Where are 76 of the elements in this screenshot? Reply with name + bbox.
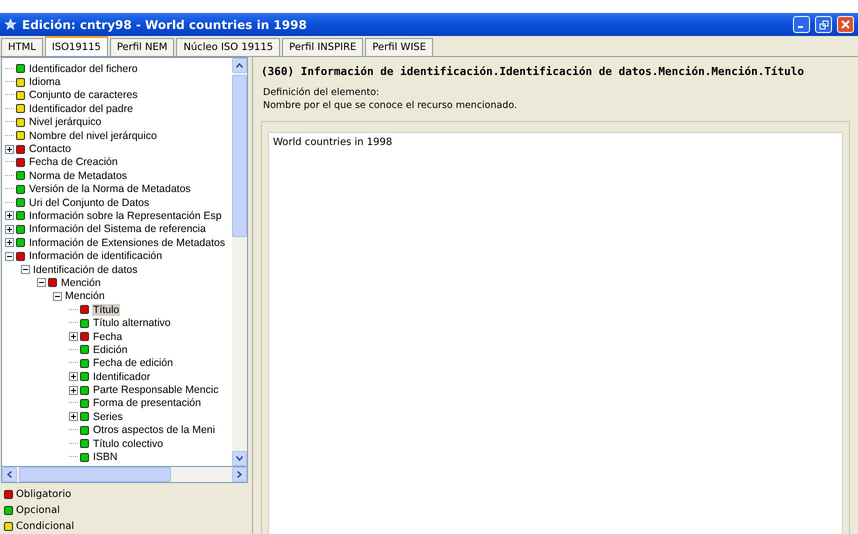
tree-item[interactable]: Idioma: [28, 76, 62, 88]
expander-toggle[interactable]: [37, 278, 46, 288]
expander-toggle[interactable]: [5, 252, 14, 261]
plus-icon: [70, 413, 77, 420]
tree-item[interactable]: Identificador del fichero: [28, 62, 139, 75]
plus-icon: [6, 226, 13, 233]
expander-toggle[interactable]: [5, 238, 14, 248]
tree-item[interactable]: Identificador: [92, 370, 152, 383]
tree-item[interactable]: Identificación de datos: [32, 264, 138, 276]
expander-toggle[interactable]: [69, 372, 78, 382]
tree-item[interactable]: Versión de la Norma de Metadatos: [28, 183, 192, 196]
star-icon: [4, 18, 17, 31]
tree-item[interactable]: Mención: [60, 276, 102, 289]
legend-label: Obligatorio: [16, 489, 72, 500]
tree-item[interactable]: Título colectivo: [92, 438, 164, 450]
restore-button[interactable]: [815, 16, 832, 33]
close-button[interactable]: [837, 16, 854, 33]
tree-item[interactable]: Edición: [92, 344, 128, 356]
tree-item[interactable]: Conjunto de caracteres: [28, 89, 139, 102]
tree-item[interactable]: Información de Extensiones de Metadatos: [28, 236, 226, 249]
tree-item[interactable]: Mención: [64, 290, 106, 302]
tab[interactable]: Perfil INSPIRE: [282, 38, 364, 56]
tree-item[interactable]: Nivel jerárquico: [28, 116, 102, 128]
tree-item[interactable]: Parte Responsable Mencic: [92, 384, 220, 396]
plus-icon: [6, 212, 13, 220]
expander-toggle[interactable]: [69, 332, 78, 341]
expander-toggle[interactable]: [21, 265, 30, 274]
tree-item[interactable]: Otros aspectos de la Meni: [92, 424, 216, 436]
legend-label: Condicional: [16, 521, 74, 532]
scroll-left-icon[interactable]: [7, 471, 12, 478]
tab[interactable]: Núcleo ISO 19115: [176, 38, 280, 56]
tree-item[interactable]: Norma de Metadatos: [28, 170, 128, 182]
definition-label: Definición del elemento:: [262, 86, 380, 99]
tree-item[interactable]: Título: [92, 304, 120, 316]
tree-item[interactable]: Fecha: [92, 330, 124, 342]
tree-item[interactable]: Información sobre la Representación Esp: [28, 210, 223, 222]
tree-item[interactable]: Fecha de Creación: [28, 156, 119, 168]
element-heading: (360) Información de identificación.Identificación de datos.Mención.Mención.Título: [261, 65, 806, 78]
plus-icon: [70, 333, 77, 340]
tree-item[interactable]: Fecha de edición: [92, 357, 174, 370]
legend-label: Opcional: [16, 505, 60, 516]
tree-item[interactable]: Nombre del nivel jerárquico: [28, 130, 158, 142]
tree-item[interactable]: ISBN: [92, 451, 119, 464]
tree-item[interactable]: Título alternativo: [92, 317, 172, 330]
restore-icon: [818, 20, 828, 30]
tree-item[interactable]: Información del Sistema de referencia: [28, 223, 207, 236]
tab[interactable]: ISO19115: [44, 36, 108, 56]
tree-item[interactable]: Forma de presentación: [92, 397, 202, 410]
horizontal-scrollbar[interactable]: [1, 467, 248, 483]
expander-toggle[interactable]: [5, 144, 14, 154]
tab[interactable]: Perfil NEM: [110, 38, 174, 56]
plus-icon: [6, 239, 13, 246]
plus-icon: [70, 373, 77, 380]
scroll-right-icon[interactable]: [237, 471, 242, 478]
minimize-button[interactable]: [793, 16, 810, 33]
vertical-scrollbar[interactable]: [232, 58, 247, 466]
tree-item[interactable]: Uri del Conjunto de Datos: [28, 196, 150, 209]
definition-text: Nombre por el que se conoce el recurso mencionado.: [262, 99, 518, 112]
tab[interactable]: HTML: [1, 38, 43, 56]
tree-item[interactable]: Información de identificación: [28, 250, 164, 262]
tab[interactable]: Perfil WISE: [365, 38, 434, 56]
scroll-down-icon[interactable]: [236, 456, 243, 461]
plus-icon: [70, 386, 77, 394]
tree-item[interactable]: Series: [92, 410, 124, 423]
close-icon: [841, 20, 850, 29]
window-title: Edición: cntry98 - World countries in 1998: [22, 18, 308, 32]
value-text-area[interactable]: World countries in 1998: [268, 132, 843, 534]
expander-toggle[interactable]: [5, 211, 14, 220]
scroll-up-icon[interactable]: [236, 63, 243, 68]
tree-item[interactable]: Identificador del padre: [28, 102, 134, 115]
expander-toggle[interactable]: [69, 386, 78, 395]
plus-icon: [6, 146, 13, 153]
expander-toggle[interactable]: [5, 224, 14, 234]
expander-toggle[interactable]: [69, 412, 78, 422]
tree-item[interactable]: Contacto: [28, 143, 72, 156]
expander-toggle[interactable]: [53, 292, 62, 301]
